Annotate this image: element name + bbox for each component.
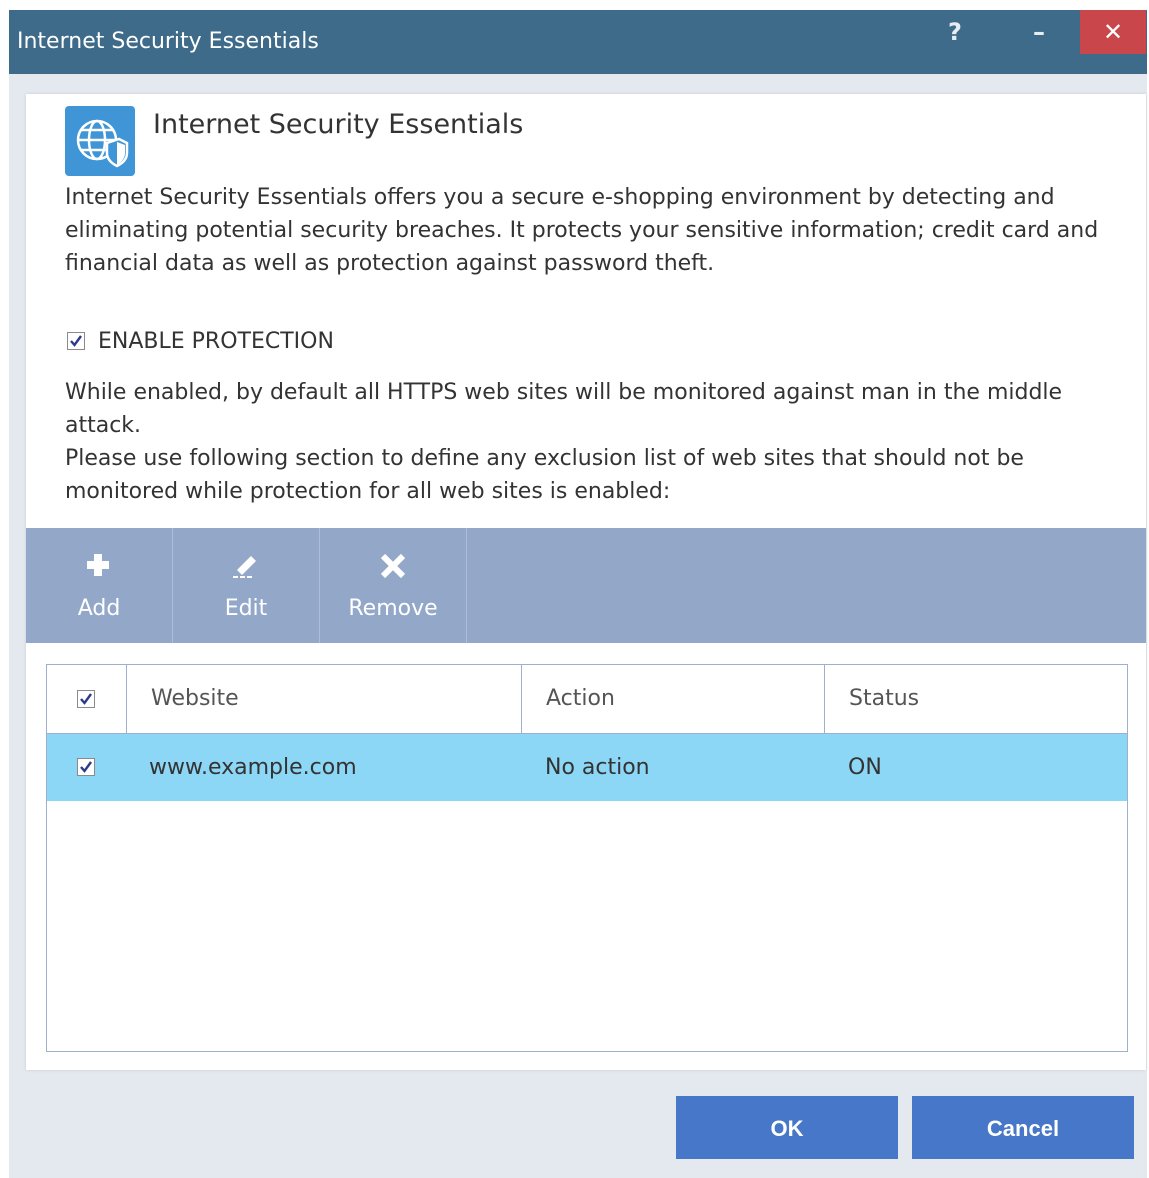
info-line-exclusion: Please use following section to define a… xyxy=(65,446,1024,504)
title-bar[interactable]: Internet Security Essentials ? – ✕ xyxy=(9,10,1147,74)
exclusion-table: Website Action Status www.example.com No… xyxy=(46,664,1128,1052)
page-title: Internet Security Essentials xyxy=(153,109,524,140)
remove-button[interactable]: Remove xyxy=(320,528,467,643)
cell-action: No action xyxy=(545,755,650,780)
close-button[interactable]: ✕ xyxy=(1080,10,1146,54)
edit-button[interactable]: Edit xyxy=(173,528,320,643)
cancel-button[interactable]: Cancel xyxy=(912,1096,1134,1159)
row-checkbox[interactable] xyxy=(77,758,95,776)
edit-label: Edit xyxy=(224,596,268,621)
info-line-monitoring: While enabled, by default all HTTPS web … xyxy=(65,380,1063,438)
settings-panel: Internet Security Essentials Internet Se… xyxy=(26,94,1146,1070)
enable-protection-label: ENABLE PROTECTION xyxy=(98,328,334,354)
cell-website: www.example.com xyxy=(149,755,357,780)
dialog-window: Internet Security Essentials ? – ✕ Inter… xyxy=(9,10,1147,1178)
globe-shield-icon xyxy=(65,106,135,176)
column-divider xyxy=(521,665,522,733)
enable-protection-row[interactable]: ENABLE PROTECTION xyxy=(67,326,334,356)
plus-icon xyxy=(26,550,172,580)
remove-label: Remove xyxy=(348,596,438,621)
feature-description: Internet Security Essentials offers you … xyxy=(65,185,1099,276)
column-header-action[interactable]: Action xyxy=(546,665,615,733)
pencil-icon xyxy=(173,550,319,580)
enable-protection-checkbox[interactable] xyxy=(67,332,85,350)
column-header-website[interactable]: Website xyxy=(151,665,239,733)
ok-button[interactable]: OK xyxy=(676,1096,898,1159)
column-header-status[interactable]: Status xyxy=(849,665,919,733)
select-all-checkbox[interactable] xyxy=(77,690,95,708)
window-title: Internet Security Essentials xyxy=(17,29,319,54)
table-header: Website Action Status xyxy=(47,665,1127,734)
minimize-button[interactable]: – xyxy=(1011,10,1067,54)
table-row[interactable]: www.example.com No action ON xyxy=(47,734,1127,801)
help-button[interactable]: ? xyxy=(927,10,983,54)
info-text: While enabled, by default all HTTPS web … xyxy=(65,376,1125,508)
remove-x-icon xyxy=(320,550,466,580)
add-label: Add xyxy=(77,596,121,621)
column-divider xyxy=(126,665,127,733)
add-button[interactable]: Add xyxy=(26,528,173,643)
toolbar: Add Edit Remove xyxy=(26,528,1146,643)
cell-status: ON xyxy=(848,755,882,780)
column-divider xyxy=(824,665,825,733)
